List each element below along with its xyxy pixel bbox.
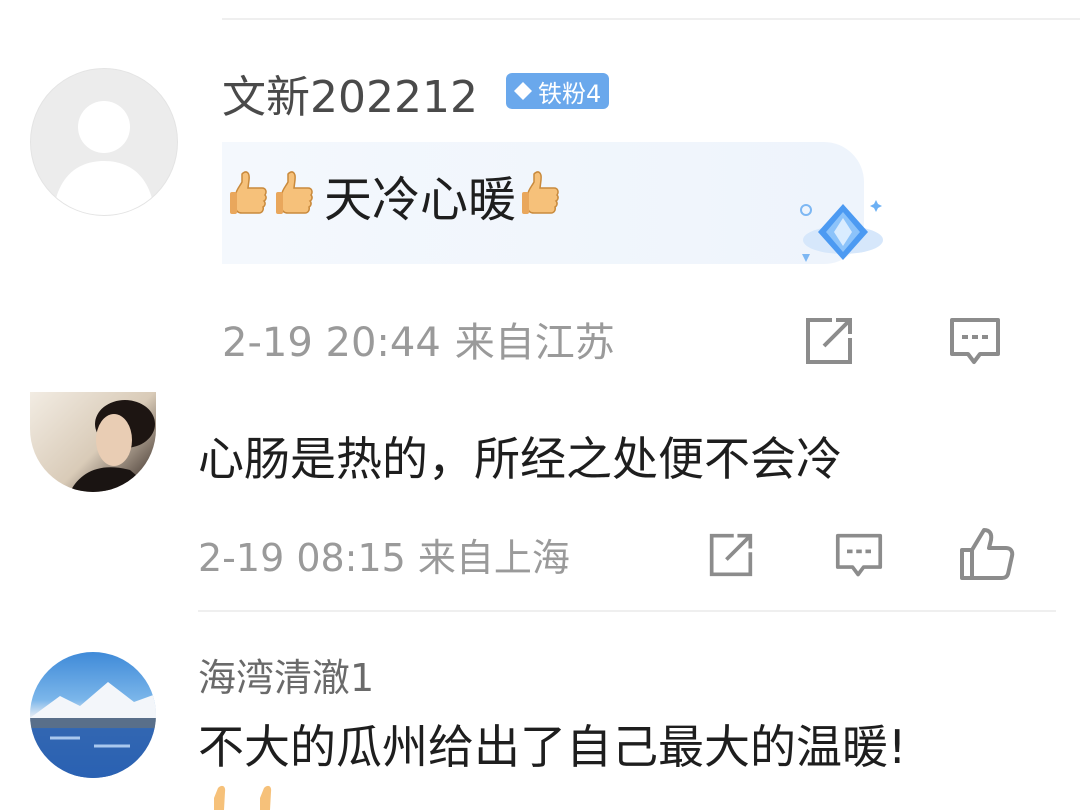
avatar[interactable] — [30, 652, 156, 778]
comment-meta: 2-19 20:44 来自江苏 — [222, 316, 615, 370]
comment-icon[interactable] — [948, 316, 1002, 368]
comment-username[interactable]: 文新202212 — [222, 68, 478, 128]
comment-username[interactable]: 海湾清澈1 — [198, 652, 374, 704]
comment-location: 来自上海 — [417, 536, 570, 580]
share-icon[interactable] — [802, 316, 856, 366]
comment-icon[interactable] — [834, 532, 884, 580]
comment-text-row: 天冷心暖 — [228, 158, 566, 232]
comment-time: 2-19 20:44 — [222, 320, 441, 366]
comment-divider — [198, 610, 1056, 612]
like-icon[interactable] — [958, 526, 1016, 582]
comment-meta: 2-19 08:15 来自上海 — [198, 532, 570, 584]
thumbs-up-emoji — [520, 168, 560, 222]
comment-text: 天冷心暖 — [324, 172, 517, 228]
thumbs-up-emoji — [206, 784, 246, 810]
fan-badge[interactable]: 铁粉4 — [506, 73, 610, 109]
share-icon[interactable] — [706, 532, 756, 578]
thumbs-up-emoji — [228, 168, 268, 222]
avatar[interactable] — [30, 392, 156, 492]
comment-location: 来自江苏 — [454, 320, 615, 366]
diamond-decoration-icon — [788, 192, 888, 272]
badge-label: 铁粉4 — [538, 79, 602, 108]
thumbs-up-emoji — [274, 168, 314, 222]
top-divider — [222, 18, 1080, 20]
thumbs-up-emoji — [252, 784, 292, 810]
comment-text: 不大的瓜州给出了自己最大的温暖! — [198, 720, 907, 774]
avatar[interactable] — [30, 68, 178, 216]
diamond-badge-icon — [512, 80, 534, 102]
comment-text: 心肠是热的，所经之处便不会冷 — [198, 432, 842, 486]
comment-time: 2-19 08:15 — [198, 536, 406, 580]
